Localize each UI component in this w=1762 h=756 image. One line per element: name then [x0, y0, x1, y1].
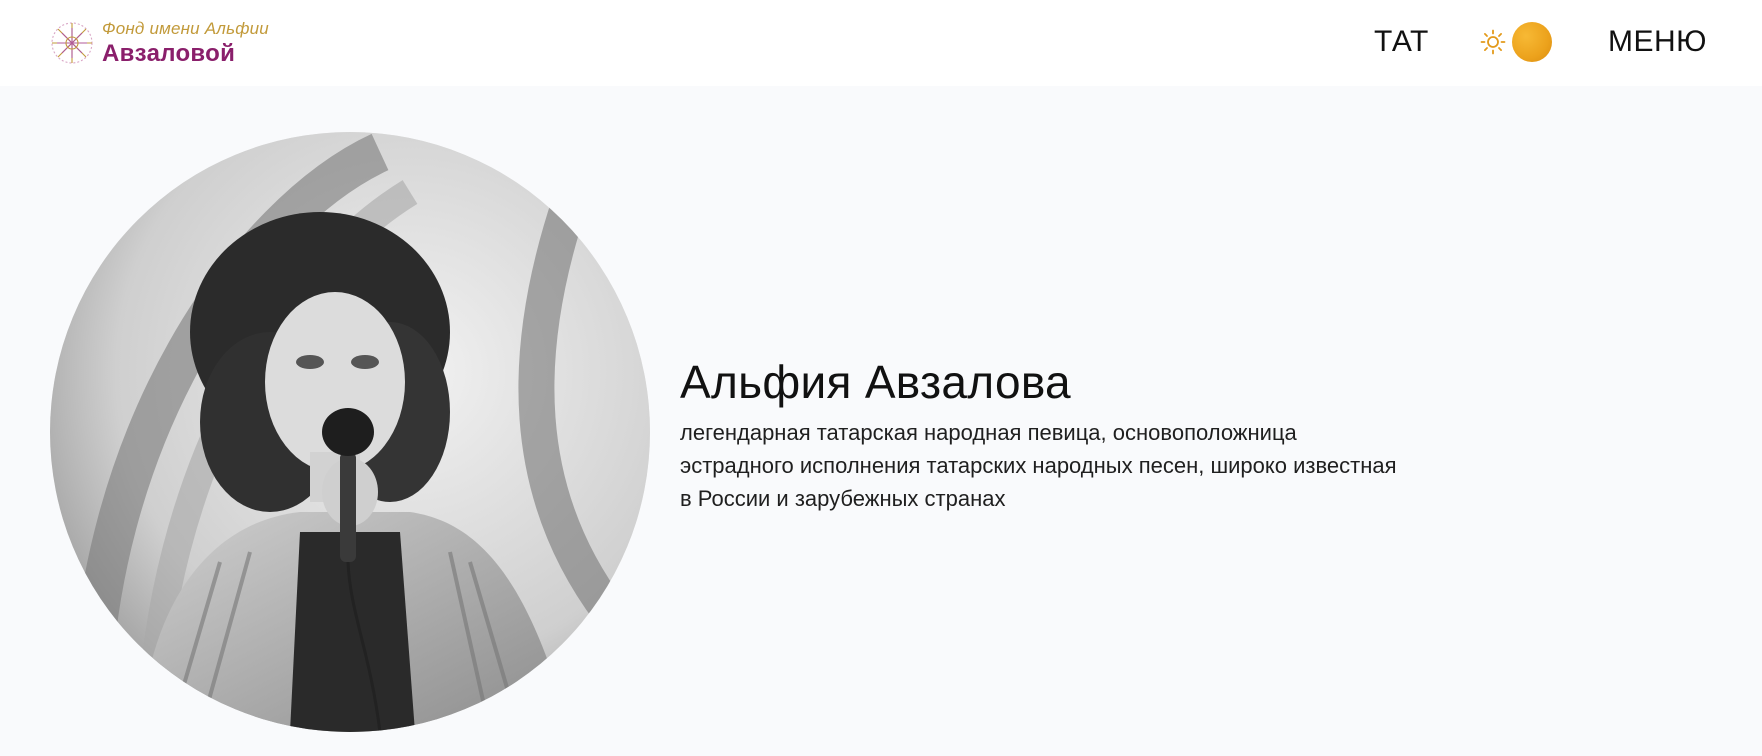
theme-toggle-knob [1512, 22, 1552, 62]
sunburst-logo-icon [51, 22, 93, 64]
site-header: Фонд имени Альфии Авзаловой ТАТ МЕНЮ [0, 0, 1762, 86]
site-logo[interactable]: Фонд имени Альфии Авзаловой [48, 18, 269, 68]
language-switch[interactable]: ТАТ [1374, 22, 1429, 62]
logo-line-1: Фонд имени Альфии [102, 19, 269, 38]
sun-icon [1480, 29, 1506, 55]
menu-button[interactable]: МЕНЮ [1608, 22, 1707, 62]
singer-portrait [50, 132, 650, 732]
portrait-image [50, 132, 650, 732]
logo-line-2: Авзаловой [102, 40, 236, 67]
hero-title: Альфия Авзалова [680, 356, 1071, 408]
theme-toggle[interactable] [1480, 20, 1558, 64]
hero-section: Альфия Авзалова легендарная татарская на… [0, 86, 1762, 756]
hero-description: легендарная татарская народная певица, о… [680, 420, 1397, 511]
